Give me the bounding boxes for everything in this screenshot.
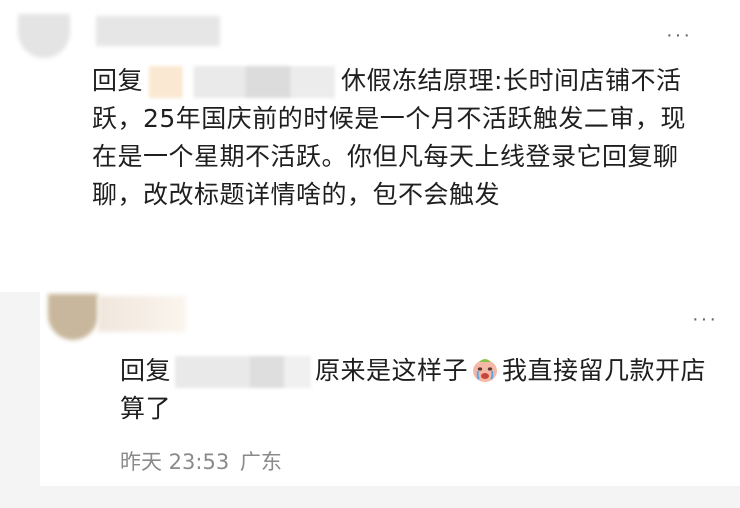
- reply-comment-1: 回复 休假冻结原理:长时间店铺不活跃，25年国庆前的时候是一个月不活跃触发二审，现…: [92, 62, 702, 214]
- reply-text-2: 回复 原来是这样子 我直接留几款开店算了: [120, 352, 720, 428]
- reply-prefix-2: 回复: [120, 356, 172, 385]
- more-options-button[interactable]: ···: [666, 24, 692, 47]
- username-blur: [96, 16, 220, 46]
- location: 广东: [239, 450, 282, 474]
- left-shade: [0, 292, 40, 508]
- mentioned-user-blur[interactable]: [149, 66, 336, 98]
- reply-body-part1: 原来是这样子: [315, 356, 469, 385]
- timestamp: 昨天 23:53: [120, 450, 230, 474]
- bottom-shade: [40, 486, 740, 508]
- reply-prefix: 回复: [92, 66, 144, 95]
- more-options-button-2[interactable]: ···: [692, 308, 718, 331]
- comment-meta: 昨天 23:53 广东: [120, 446, 282, 476]
- reply-text: 回复 休假冻结原理:长时间店铺不活跃，25年国庆前的时候是一个月不活跃触发二审，现…: [92, 62, 702, 214]
- username-blur-2: [98, 296, 186, 332]
- crying-face-emoji-icon: [473, 359, 498, 382]
- reply-comment-2: 回复 原来是这样子 我直接留几款开店算了: [120, 352, 720, 428]
- avatar-blur: [18, 14, 70, 58]
- mentioned-user-blur-2[interactable]: [175, 356, 312, 388]
